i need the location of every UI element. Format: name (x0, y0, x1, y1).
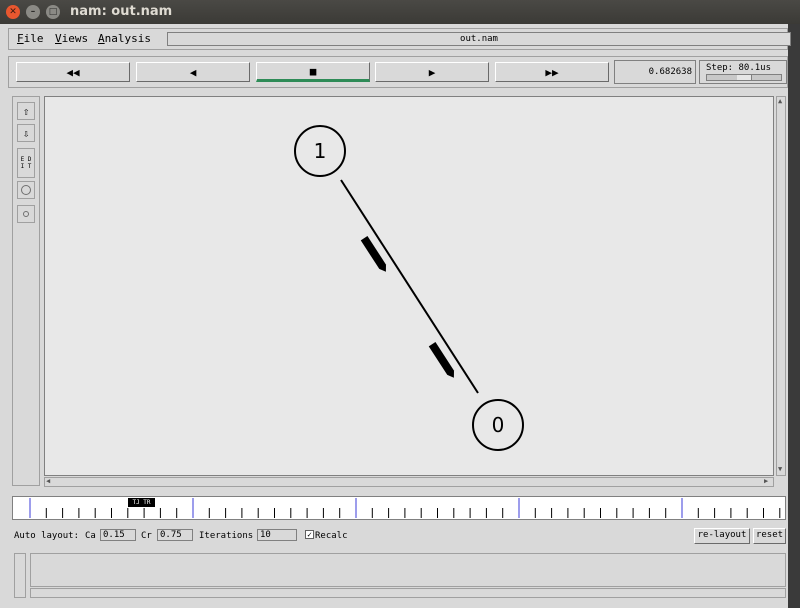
reset-button[interactable]: reset (753, 528, 786, 544)
timeline-marker[interactable]: TJ TR (128, 498, 155, 507)
circle-icon (21, 185, 31, 195)
recalc-checkbox[interactable]: ✓ (305, 530, 314, 539)
ca-label: Ca (85, 531, 96, 541)
annotation-vertical-scrollbar[interactable] (14, 553, 26, 598)
play-button[interactable]: ▶ (375, 62, 489, 82)
small-node-tool-button[interactable] (17, 205, 35, 223)
cr-input[interactable]: 0.75 (157, 529, 193, 541)
title-bar: ✕ – □ nam: out.nam (0, 0, 800, 24)
canvas-vertical-scrollbar[interactable]: ▲ ▼ (776, 96, 786, 476)
fast-forward-button[interactable]: ▶▶ (495, 62, 609, 82)
tool-panel: ⇧ ⇩ E D I T (12, 96, 40, 486)
zoom-out-icon: ⇩ (22, 126, 30, 140)
canvas-horizontal-scrollbar[interactable]: ◀ ▶ (44, 477, 774, 487)
menu-analysis[interactable]: Analysis (98, 32, 151, 45)
rewind-icon: ◀◀ (66, 65, 80, 79)
window-title: nam: out.nam (70, 4, 173, 19)
node-label: 0 (492, 413, 505, 437)
fast-forward-icon: ▶▶ (545, 65, 559, 79)
zoom-in-button[interactable]: ⇧ (17, 102, 35, 120)
packet (428, 342, 454, 378)
menu-views[interactable]: Views (55, 32, 88, 45)
node-0[interactable]: 0 (472, 399, 524, 451)
cr-label: Cr (141, 531, 152, 541)
link-1-0 (340, 179, 479, 394)
annotation-panel[interactable] (30, 553, 786, 587)
desktop-edge (788, 24, 800, 608)
stop-button[interactable]: ■ (256, 62, 370, 82)
stop-icon: ■ (309, 64, 317, 78)
playback-controls: ◀◀ ◀ ■ ▶ ▶▶ 0.682638 Step: 80.1us (8, 56, 788, 88)
scroll-right-icon[interactable]: ▶ (764, 478, 768, 485)
step-back-button[interactable]: ◀ (136, 62, 250, 82)
scroll-left-icon[interactable]: ◀ (46, 478, 50, 485)
step-slider-thumb[interactable] (737, 75, 752, 80)
edit-label-line2: I T (20, 163, 32, 170)
annotation-horizontal-scrollbar[interactable] (30, 588, 786, 598)
node-tool-button[interactable] (17, 181, 35, 199)
small-circle-icon (23, 211, 29, 217)
network-canvas[interactable]: 1 0 (44, 96, 774, 476)
scroll-up-icon[interactable]: ▲ (778, 98, 782, 105)
topology-view: 1 0 (294, 125, 524, 451)
ca-input[interactable]: 0.15 (100, 529, 136, 541)
auto-layout-label: Auto layout: (14, 531, 80, 541)
iterations-label: Iterations (199, 531, 254, 541)
minimize-icon[interactable]: – (26, 5, 40, 19)
step-control: Step: 80.1us (699, 60, 787, 84)
recalc-label: Recalc (315, 531, 348, 541)
timeline-slider[interactable]: TJ TR (12, 496, 797, 520)
file-name-display: out.nam (167, 32, 791, 46)
scroll-down-icon[interactable]: ▼ (778, 466, 782, 473)
rewind-button[interactable]: ◀◀ (16, 62, 130, 82)
edit-label-line1: E D (20, 156, 32, 163)
menu-bar: File Views Analysis out.nam (8, 28, 791, 50)
menu-file[interactable]: File (17, 32, 44, 45)
step-label: Step: 80.1us (706, 63, 772, 73)
node-1[interactable]: 1 (294, 125, 346, 177)
auto-layout-controls: Auto layout: Ca 0.15 Cr 0.75 Iterations … (12, 528, 786, 544)
iterations-input[interactable]: 10 (257, 529, 297, 541)
zoom-in-icon: ⇧ (22, 104, 30, 118)
node-label: 1 (314, 139, 327, 163)
edit-button[interactable]: E D I T (17, 148, 35, 178)
close-icon[interactable]: ✕ (6, 5, 20, 19)
time-display: 0.682638 (614, 60, 696, 84)
relayout-button[interactable]: re-layout (694, 528, 750, 544)
play-backward-icon: ◀ (189, 65, 197, 79)
zoom-out-button[interactable]: ⇩ (17, 124, 35, 142)
packet (360, 236, 386, 272)
play-icon: ▶ (428, 65, 436, 79)
step-slider[interactable] (706, 74, 782, 81)
maximize-icon[interactable]: □ (46, 5, 60, 19)
